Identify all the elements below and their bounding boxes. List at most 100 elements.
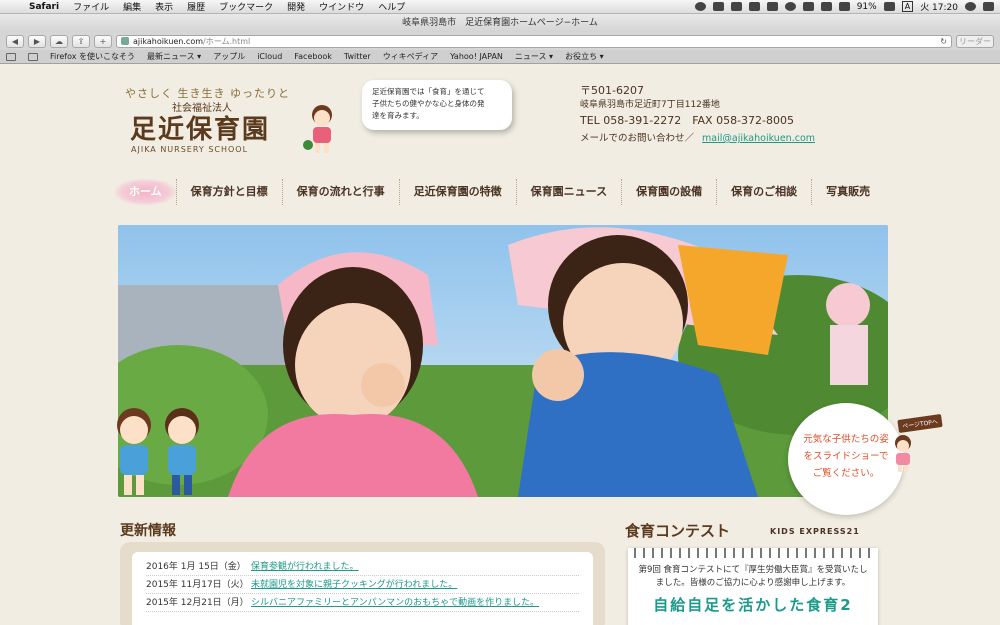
news-item: 2015年 11月17日（火） 未就園児を対象に親子クッキングが行われました。 bbox=[146, 576, 579, 594]
eject-icon[interactable] bbox=[766, 2, 778, 11]
phone-number: TEL 058-391-2272 bbox=[580, 114, 682, 127]
hero-photo-illustration bbox=[118, 225, 888, 497]
bubble-line: 子供たちの健やかな心と身体の発 bbox=[372, 99, 485, 108]
bookmark-item[interactable]: ニュース ▾ bbox=[515, 51, 553, 62]
contest-headline[interactable]: 自給自足を活かした食育2 bbox=[628, 594, 878, 615]
menu-file[interactable]: ファイル bbox=[66, 0, 116, 13]
bookmark-item[interactable]: アップル bbox=[213, 51, 245, 62]
news-panel: 2016年 1月 15日（金） 保育参観が行われました。 2015年 11月17… bbox=[120, 542, 605, 625]
site-logo-english: AJIKA NURSERY SCHOOL bbox=[131, 145, 249, 154]
menu-view[interactable]: 表示 bbox=[148, 0, 180, 13]
email-link[interactable]: mail@ajikahoikuen.com bbox=[702, 133, 815, 144]
bookmark-item[interactable]: Twitter bbox=[344, 52, 371, 61]
bookmark-item[interactable]: Firefox を使いこなそう bbox=[50, 51, 135, 62]
nav-schedule[interactable]: 保育の流れと行事 bbox=[283, 179, 400, 205]
nav-photo-sales[interactable]: 写真販売 bbox=[812, 179, 884, 205]
nav-policy[interactable]: 保育方針と目標 bbox=[177, 179, 283, 205]
news-date: 2016年 1月 15日（金） bbox=[146, 562, 246, 572]
news-link[interactable]: 未就園児を対象に親子クッキングが行われました。 bbox=[251, 576, 457, 593]
nav-home[interactable]: ホーム bbox=[115, 179, 177, 205]
battery-percent[interactable]: 91% bbox=[857, 2, 877, 12]
postal-code: 〒501-6207 bbox=[580, 84, 644, 97]
reload-icon[interactable]: ↻ bbox=[940, 37, 947, 46]
notepad-spiral bbox=[634, 548, 872, 558]
menu-bookmarks[interactable]: ブックマーク bbox=[212, 0, 280, 13]
bookmarks-book-icon[interactable] bbox=[6, 52, 16, 61]
top-sites-icon[interactable] bbox=[28, 52, 38, 61]
spotlight-icon[interactable] bbox=[965, 2, 976, 11]
kids-mascot-icon bbox=[117, 408, 199, 495]
nav-features[interactable]: 足近保育園の特徴 bbox=[400, 179, 517, 205]
time-machine-icon[interactable] bbox=[784, 2, 796, 11]
news-link[interactable]: シルバニアファミリーとアンパンマンのおもちゃで動画を作りました。 bbox=[251, 594, 539, 611]
nav-news[interactable]: 保育園ニュース bbox=[517, 179, 623, 205]
url-path: /ホーム.html bbox=[203, 36, 251, 46]
menu-window[interactable]: ウインドウ bbox=[312, 0, 371, 13]
menu-edit[interactable]: 編集 bbox=[116, 0, 148, 13]
girl-signpost-icon bbox=[895, 435, 911, 472]
browser-toolbar: ◀ ▶ ☁ ⇪ + ajikahoikuen.com /ホーム.html ↻ リ… bbox=[0, 32, 1000, 50]
news-date: 2015年 11月17日（火） bbox=[146, 580, 249, 590]
volume-icon[interactable] bbox=[838, 2, 850, 11]
bookmarks-bar: Firefox を使いこなそう 最新ニュース ▾ アップル iCloud Fac… bbox=[0, 50, 1000, 64]
battery-icon[interactable] bbox=[883, 2, 895, 11]
macos-menubar: Safari ファイル 編集 表示 履歴 ブックマーク 開発 ウインドウ ヘルプ… bbox=[0, 0, 1000, 14]
notification-center-icon[interactable] bbox=[983, 2, 994, 11]
mail-label: メールでのお問い合わせ／ bbox=[580, 133, 695, 144]
web-page: やさしく 生き生き ゆったりと 社会福祉法人 足近保育園 AJIKA NURSE… bbox=[0, 65, 1000, 625]
nav-consultation[interactable]: 保育のご相談 bbox=[717, 179, 813, 205]
news-list: 2016年 1月 15日（金） 保育参観が行われました。 2015年 11月17… bbox=[132, 552, 593, 625]
speech-bubble: 足近保育園では「食育」を通じて 子供たちの健やかな心と身体の発 達を育みます。 bbox=[362, 80, 512, 130]
contest-description: 第9回 食育コンテストにて『厚生労働大臣賞』を受賞いたし ました。皆様のご協力に… bbox=[628, 558, 878, 594]
window-title: 岐阜県羽島市 足近保育園ホームページ−ホーム bbox=[0, 14, 1000, 32]
menu-help[interactable]: ヘルプ bbox=[371, 0, 412, 13]
bluetooth-icon[interactable] bbox=[802, 2, 814, 11]
bookmark-item[interactable]: Yahoo! JAPAN bbox=[450, 52, 503, 61]
wifi-icon[interactable] bbox=[820, 2, 832, 11]
girl-mascot-icon bbox=[303, 105, 332, 153]
hero-slideshow-photo[interactable] bbox=[118, 225, 888, 497]
site-favicon-icon bbox=[121, 37, 129, 45]
bookmark-item[interactable]: Facebook bbox=[294, 52, 332, 61]
contest-line: 第9回 食育コンテストにて『厚生労働大臣賞』を受賞いたし bbox=[638, 565, 868, 575]
share-icon[interactable] bbox=[730, 2, 742, 11]
contest-line: ました。皆様のご協力に心より感謝申し上げます。 bbox=[655, 578, 851, 588]
bubble-line: 足近保育園では「食育」を通じて bbox=[372, 87, 485, 96]
news-link[interactable]: 保育参観が行われました。 bbox=[251, 558, 359, 575]
contest-notepad[interactable]: 第9回 食育コンテストにて『厚生労働大臣賞』を受賞いたし ました。皆様のご協力に… bbox=[628, 548, 878, 625]
icloud-tabs-icon[interactable]: ☁ bbox=[50, 34, 68, 48]
news-item: 2016年 1月 15日（金） 保育参観が行われました。 bbox=[146, 558, 579, 576]
main-nav: ホーム 保育方針と目標 保育の流れと行事 足近保育園の特徴 保育園ニュース 保育… bbox=[115, 179, 885, 205]
new-tab-icon[interactable]: + bbox=[94, 34, 112, 48]
menu-develop[interactable]: 開発 bbox=[280, 0, 312, 13]
contest-subtitle: KIDS EXPRESS21 bbox=[770, 527, 860, 536]
bookmark-item[interactable]: 最新ニュース ▾ bbox=[147, 51, 201, 62]
nav-facilities[interactable]: 保育園の設備 bbox=[622, 179, 718, 205]
contact-block: 〒501-6207 岐阜県羽島市足近町7丁目112番地 TEL 058-391-… bbox=[580, 83, 815, 146]
news-date: 2015年 12月21日（月） bbox=[146, 598, 249, 608]
bubble-line: 達を育みます。 bbox=[372, 111, 424, 120]
bookmark-item[interactable]: iCloud bbox=[257, 52, 282, 61]
reader-button[interactable]: リーダー bbox=[956, 34, 994, 48]
bookmark-item[interactable]: お役立ち ▾ bbox=[565, 51, 604, 62]
airplay-icon[interactable] bbox=[748, 2, 760, 11]
menu-app-safari[interactable]: Safari bbox=[22, 2, 66, 12]
dropbox-icon[interactable] bbox=[712, 2, 724, 11]
menu-history[interactable]: 履歴 bbox=[180, 0, 212, 13]
bookmark-item[interactable]: ウィキペディア bbox=[383, 51, 438, 62]
fax-number: FAX 058-372-8005 bbox=[692, 114, 795, 127]
creative-cloud-icon[interactable] bbox=[694, 2, 706, 11]
address-bar[interactable]: ajikahoikuen.com /ホーム.html ↻ bbox=[116, 34, 952, 48]
site-logo[interactable]: 足近保育園 bbox=[130, 109, 270, 146]
input-mode-indicator[interactable]: A bbox=[901, 1, 914, 12]
back-icon[interactable]: ◀ bbox=[6, 34, 24, 48]
menubar-clock[interactable]: 火 17:20 bbox=[920, 0, 958, 13]
url-host: ajikahoikuen.com bbox=[133, 36, 204, 46]
news-section-title: 更新情報 bbox=[120, 523, 176, 539]
share-button-icon[interactable]: ⇪ bbox=[72, 34, 90, 48]
news-item: 2015年 12月21日（月） シルバニアファミリーとアンパンマンのおもちゃで動… bbox=[146, 594, 579, 612]
page-top-sign[interactable]: ページTOPへ bbox=[897, 414, 943, 433]
address: 岐阜県羽島市足近町7丁目112番地 bbox=[580, 100, 720, 110]
contest-section-title: 食育コンテスト bbox=[625, 522, 731, 540]
forward-icon[interactable]: ▶ bbox=[28, 34, 46, 48]
